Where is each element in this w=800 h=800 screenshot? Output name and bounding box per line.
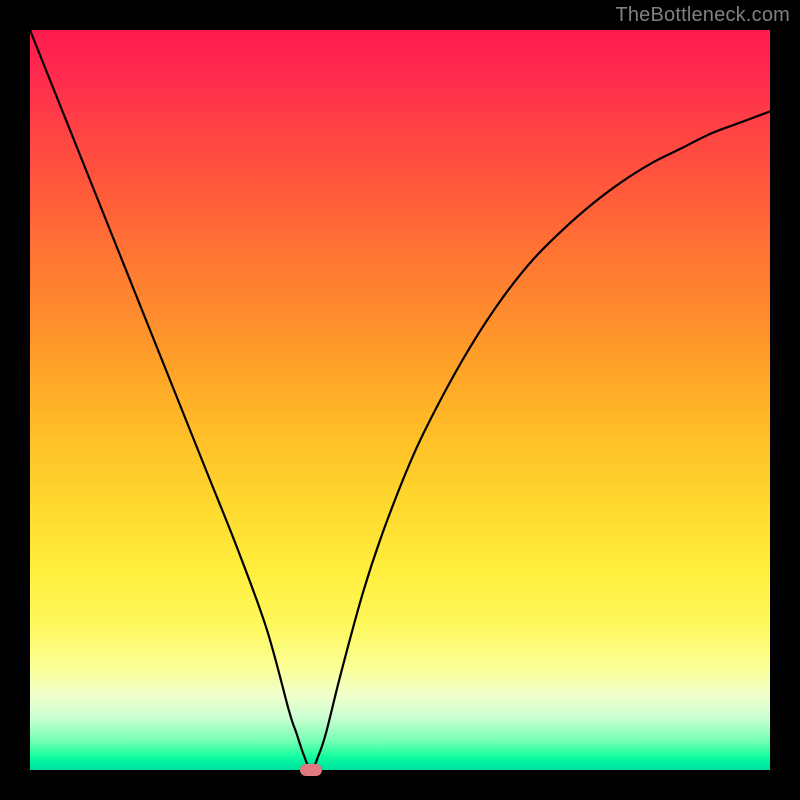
plot-area — [30, 30, 770, 770]
watermark-text: TheBottleneck.com — [615, 4, 790, 27]
bottleneck-curve — [30, 30, 770, 770]
optimal-marker — [300, 764, 322, 776]
curve-line — [30, 30, 770, 770]
chart-frame: TheBottleneck.com — [0, 0, 800, 800]
